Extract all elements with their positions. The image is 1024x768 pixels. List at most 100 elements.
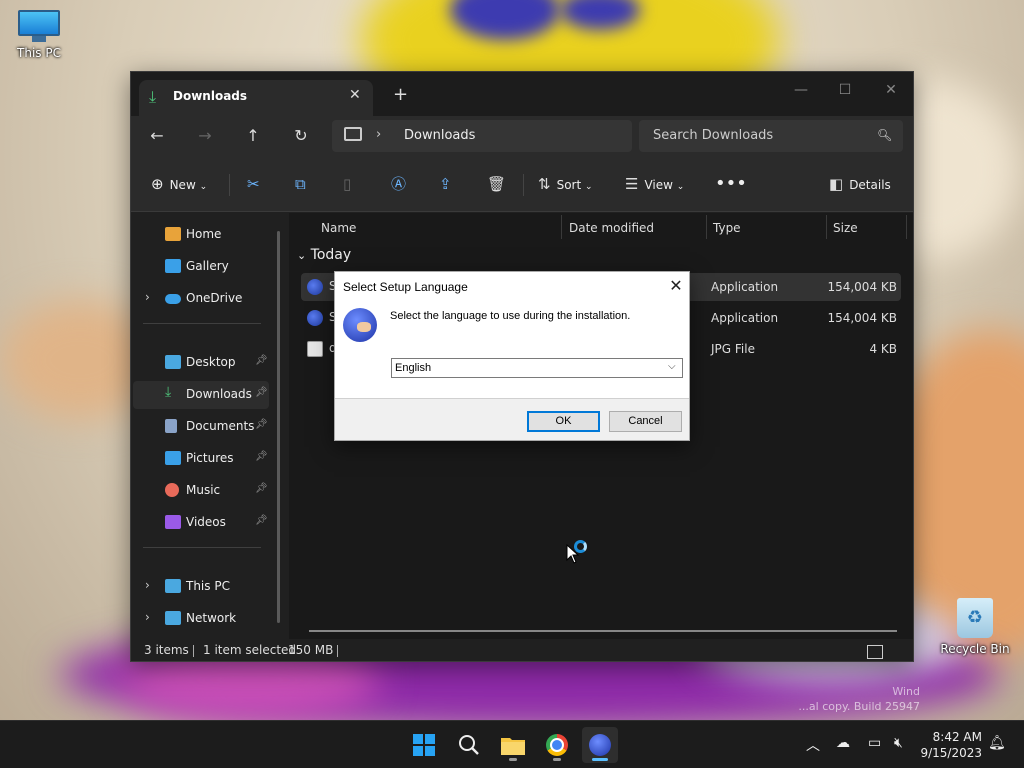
tiles-view-icon[interactable]: [867, 645, 883, 659]
column-divider[interactable]: [906, 215, 907, 239]
start-button[interactable]: [406, 727, 442, 763]
divider: [143, 547, 261, 548]
ok-button[interactable]: OK: [527, 411, 600, 432]
sidebar-item-home[interactable]: Home: [133, 221, 269, 249]
more-options-icon[interactable]: •••: [715, 172, 747, 196]
dialog-title: Select Setup Language: [343, 280, 468, 294]
column-divider[interactable]: [826, 215, 827, 239]
details-label: Details: [849, 178, 891, 192]
sidebar-item-desktop[interactable]: Desktop 📌︎: [133, 349, 269, 377]
cut-button[interactable]: ✂: [247, 172, 266, 196]
view-toggle: [867, 641, 907, 659]
new-tab-button[interactable]: +: [393, 84, 408, 105]
system-clock[interactable]: 8:42 AM 9/15/2023: [918, 729, 982, 761]
sidebar-item-label: This PC: [186, 579, 230, 593]
running-indicator: [553, 758, 561, 761]
desktop-icon-this-pc[interactable]: This PC: [4, 10, 74, 60]
column-header-type[interactable]: Type: [713, 221, 741, 235]
back-button[interactable]: ←: [143, 124, 171, 148]
language-select[interactable]: English ⌵: [391, 358, 683, 378]
notification-bell-icon[interactable]: 🔔︎: [988, 735, 1006, 751]
horizontal-scrollbar[interactable]: [309, 630, 897, 632]
taskbar-chrome[interactable]: [539, 727, 575, 763]
desktop-icon-label: This PC: [17, 46, 61, 60]
sidebar-item-pictures[interactable]: Pictures 📌︎: [133, 445, 269, 473]
copy-button[interactable]: ⧉: [295, 172, 312, 196]
sidebar-item-network[interactable]: › Network: [133, 605, 269, 633]
sort-label: Sort: [556, 178, 582, 192]
breadcrumb-downloads[interactable]: Downloads: [404, 128, 475, 143]
up-button[interactable]: ↑: [239, 124, 267, 148]
taskbar-search-button[interactable]: [451, 727, 487, 763]
sidebar-item-videos[interactable]: Videos 📌︎: [133, 509, 269, 537]
chevron-right-icon[interactable]: ›: [145, 578, 150, 592]
sidebar-item-label: Videos: [186, 515, 226, 529]
title-bar: ⤓ Downloads ✕ + — ☐ ✕: [131, 72, 913, 116]
setup-language-dialog: Select Setup Language ✕ Select the langu…: [334, 271, 690, 441]
sidebar-item-onedrive[interactable]: › OneDrive: [133, 285, 269, 313]
refresh-button[interactable]: ↻: [287, 124, 315, 148]
sidebar-item-downloads[interactable]: ⤓ Downloads 📌︎: [133, 381, 269, 409]
column-header-date-modified[interactable]: Date modified: [569, 221, 654, 235]
search-placeholder: Search Downloads: [653, 128, 774, 143]
sidebar-scrollbar[interactable]: [277, 231, 280, 623]
share-button[interactable]: ⇪: [439, 172, 458, 196]
search-input[interactable]: Search Downloads 🔍︎: [639, 120, 903, 152]
tray-overflow-chevron-icon[interactable]: ︿: [806, 735, 820, 755]
chevron-down-icon: ⌵: [668, 361, 676, 372]
image-file-icon: [307, 341, 323, 357]
gallery-icon: [165, 259, 181, 273]
video-icon: [165, 515, 181, 529]
chevron-right-icon[interactable]: ›: [376, 127, 381, 142]
computer-icon: [165, 579, 181, 593]
sidebar-item-gallery[interactable]: Gallery: [133, 253, 269, 281]
pin-icon: 📌︎: [255, 355, 268, 366]
close-tab-icon[interactable]: ✕: [349, 87, 361, 103]
tab-title: Downloads: [173, 89, 248, 103]
column-header-size[interactable]: Size: [833, 221, 858, 235]
column-divider[interactable]: [706, 215, 707, 239]
sonic-app-icon: [307, 279, 323, 295]
chevron-right-icon[interactable]: ›: [145, 610, 150, 624]
sidebar-item-documents[interactable]: Documents 📌︎: [133, 413, 269, 441]
taskbar-sonic-setup[interactable]: [582, 727, 618, 763]
network-tray-icon[interactable]: ▭: [868, 735, 881, 751]
group-header-today[interactable]: ⌄ Today: [297, 247, 351, 263]
network-icon: [165, 611, 181, 625]
column-header-name[interactable]: Name: [321, 221, 356, 235]
desktop-icon-label: Recycle Bin: [940, 642, 1010, 656]
rename-button[interactable]: Ⓐ: [391, 172, 412, 196]
paste-button[interactable]: ▯: [343, 172, 357, 196]
sidebar-item-music[interactable]: Music 📌︎: [133, 477, 269, 505]
sidebar-item-this-pc[interactable]: › This PC: [133, 573, 269, 601]
delete-button[interactable]: 🗑︎: [487, 172, 512, 196]
active-indicator: [592, 758, 608, 761]
dialog-close-button[interactable]: ✕: [665, 276, 687, 296]
recycle-bin-icon: ♻: [957, 598, 993, 638]
navigation-pane: Home Gallery › OneDrive Desktop 📌︎ ⤓ Dow…: [131, 213, 289, 639]
tab-downloads[interactable]: ⤓ Downloads ✕: [139, 80, 373, 116]
taskbar-file-explorer[interactable]: [495, 727, 531, 763]
maximize-button[interactable]: ☐: [825, 76, 865, 104]
file-type: JPG File: [711, 342, 755, 356]
cancel-button[interactable]: Cancel: [609, 411, 682, 432]
clock-time: 8:42 AM: [932, 730, 982, 744]
close-window-button[interactable]: ✕: [871, 76, 911, 104]
onedrive-tray-icon[interactable]: ☁: [836, 735, 850, 751]
dialog-footer: OK Cancel: [335, 398, 689, 440]
chevron-right-icon[interactable]: ›: [145, 290, 150, 304]
sidebar-item-label: OneDrive: [186, 291, 243, 305]
view-button[interactable]: ☰ View ⌄: [625, 172, 684, 196]
volume-muted-icon[interactable]: 🔇︎: [894, 735, 903, 751]
desktop-icon-recycle-bin[interactable]: ♻ Recycle Bin: [940, 598, 1010, 656]
minimize-button[interactable]: —: [781, 76, 821, 104]
chrome-icon: [546, 734, 568, 756]
search-icon: [459, 735, 479, 755]
details-button[interactable]: ◧ Details: [829, 172, 891, 196]
column-divider[interactable]: [561, 215, 562, 239]
sort-button[interactable]: ⇅ Sort ⌄: [538, 172, 593, 196]
forward-button[interactable]: →: [191, 124, 219, 148]
new-button[interactable]: ⊕ New ⌄: [151, 172, 207, 196]
watermark-line: ...al copy. Build 25947: [798, 700, 920, 713]
address-bar[interactable]: › Downloads: [332, 120, 632, 152]
